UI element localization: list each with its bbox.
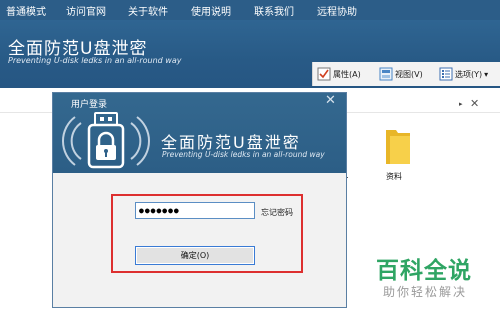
dialog-header: 用户登录 ✕ 全面防范U盘泄密 Preventing U-disk ledks …: [53, 93, 346, 173]
menu-normal-mode[interactable]: 普通模式: [6, 3, 46, 18]
banner-subtitle: Preventing U-disk ledks in an all-round …: [8, 56, 182, 65]
explorer-toolbar: 属性(A) 视图(V) 选项(Y) ▾: [312, 62, 500, 86]
folder-icon[interactable]: [384, 126, 412, 170]
properties-icon: [317, 67, 331, 81]
menu-instructions[interactable]: 使用说明: [191, 3, 231, 18]
properties-label: 属性(A): [333, 69, 361, 79]
forgot-password-link[interactable]: 忘记密码: [261, 207, 293, 218]
menu-remote-assist[interactable]: 远程协助: [317, 3, 357, 18]
dialog-subtitle: Preventing U-disk ledks in an all-round …: [162, 150, 325, 159]
chevron-down-icon: ▾: [484, 69, 489, 79]
view-button[interactable]: 视图(V): [379, 65, 423, 83]
properties-button[interactable]: 属性(A): [317, 65, 361, 83]
scroll-right-icon[interactable]: ▸: [459, 100, 463, 108]
login-dialog: 用户登录 ✕ 全面防范U盘泄密 Preventing U-disk ledks …: [52, 92, 347, 308]
password-field[interactable]: ●●●●●●●: [135, 202, 255, 219]
menu-about[interactable]: 关于软件: [128, 3, 168, 18]
menu-visit-site[interactable]: 访问官网: [66, 3, 106, 18]
watermark-title: 百科全说: [376, 258, 472, 284]
watermark-subtitle: 助你轻松解决: [383, 285, 468, 299]
menu-contact[interactable]: 联系我们: [254, 3, 294, 18]
close-icon[interactable]: ✕: [470, 97, 479, 110]
ok-button[interactable]: 确定(O): [135, 246, 255, 265]
view-label: 视图(V): [395, 69, 423, 79]
menu-bar: 普通模式 访问官网 关于软件 使用说明 联系我们 远程协助: [0, 0, 500, 20]
options-button[interactable]: 选项(Y) ▾: [439, 65, 488, 83]
usb-lock-icon: [61, 109, 151, 175]
folder-label: 资料: [386, 172, 402, 181]
dialog-close-icon[interactable]: ✕: [325, 93, 336, 108]
view-icon: [379, 67, 393, 81]
options-label: 选项(Y): [455, 69, 483, 79]
options-icon: [439, 67, 453, 81]
